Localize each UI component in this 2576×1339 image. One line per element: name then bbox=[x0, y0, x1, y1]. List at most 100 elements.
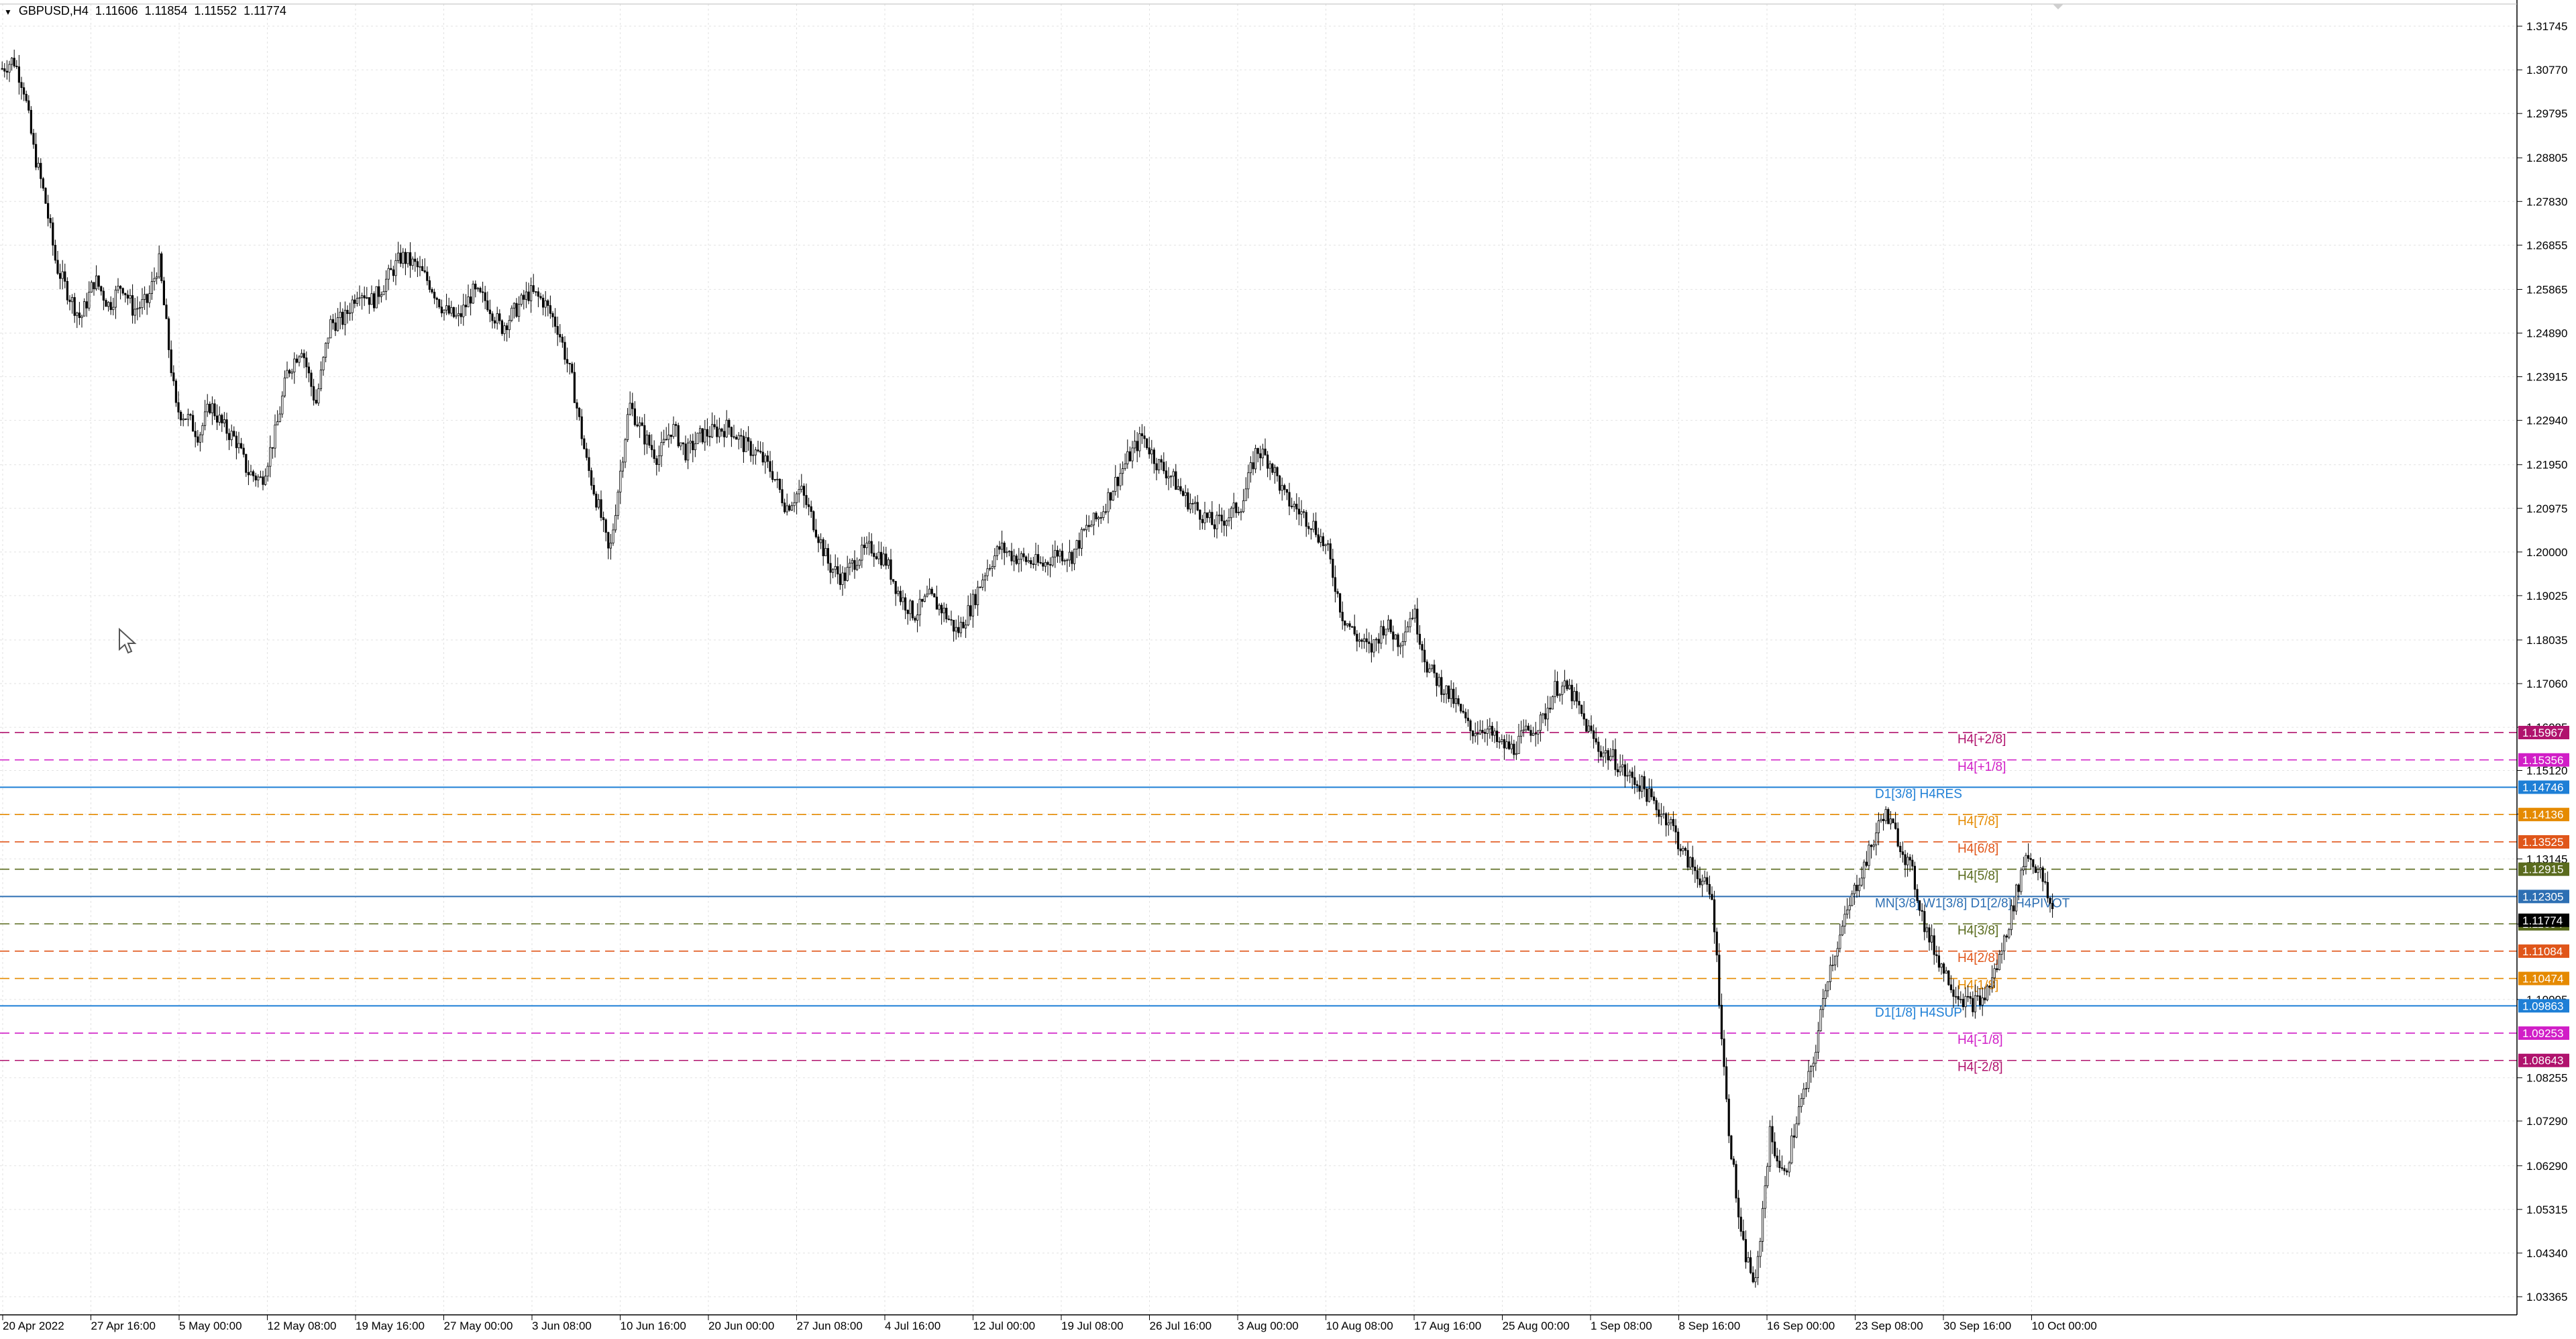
candle-body bbox=[416, 261, 419, 268]
candle-body bbox=[1464, 712, 1467, 718]
candle-body bbox=[162, 280, 165, 306]
candle-body bbox=[564, 341, 566, 360]
candle-body bbox=[923, 596, 926, 602]
candle-body bbox=[1795, 1123, 1798, 1138]
candle-body bbox=[657, 456, 661, 465]
candle-body bbox=[1059, 551, 1061, 557]
candle-body bbox=[494, 320, 496, 324]
candle-body bbox=[1218, 515, 1221, 517]
candle-body bbox=[1831, 965, 1834, 967]
candle-body bbox=[1599, 751, 1602, 757]
candle-body bbox=[2017, 884, 2020, 892]
candle-body bbox=[209, 403, 211, 413]
candle-body bbox=[450, 307, 453, 314]
candle-body bbox=[1856, 884, 1858, 892]
candle-body bbox=[283, 377, 286, 396]
candle-body bbox=[230, 431, 233, 440]
candle-body bbox=[1940, 963, 1943, 968]
candle-body bbox=[1918, 900, 1921, 911]
candle-body bbox=[233, 431, 235, 437]
candle-body bbox=[1670, 819, 1672, 824]
time-tick-label: 26 Jul 16:00 bbox=[1150, 1320, 1212, 1332]
candle-body bbox=[153, 278, 156, 282]
candle-body bbox=[121, 288, 124, 294]
candle-body bbox=[1544, 713, 1547, 720]
candle-body bbox=[1747, 1257, 1750, 1263]
candle-body bbox=[1320, 536, 1322, 543]
candle-body bbox=[1827, 981, 1829, 992]
candle-body bbox=[977, 586, 979, 606]
candle-body bbox=[899, 590, 902, 602]
candle-body bbox=[1353, 626, 1356, 635]
candle-body bbox=[1404, 631, 1407, 642]
candle-body bbox=[518, 304, 521, 317]
candle-body bbox=[953, 620, 955, 632]
candle-body bbox=[1928, 927, 1931, 943]
candle-body bbox=[933, 593, 936, 598]
candle-body bbox=[1194, 502, 1197, 504]
candle-body bbox=[1486, 729, 1489, 734]
candle-body bbox=[438, 299, 441, 308]
candle-body bbox=[769, 461, 771, 472]
candle-body bbox=[1099, 517, 1102, 519]
ohlc-open: 1.11606 bbox=[95, 4, 138, 17]
candle-body bbox=[1322, 536, 1324, 546]
candle-body bbox=[3, 68, 6, 72]
chevron-down-icon[interactable]: ▼ bbox=[4, 7, 12, 17]
candle-body bbox=[440, 307, 443, 313]
candle-body bbox=[264, 476, 267, 485]
candle-body bbox=[1411, 617, 1414, 619]
price-tick-label: 1.06290 bbox=[2526, 1160, 2567, 1173]
candle-body bbox=[1701, 881, 1704, 886]
candle-body bbox=[692, 441, 694, 450]
candle-body bbox=[160, 253, 163, 281]
candle-body bbox=[1039, 561, 1042, 564]
candle-body bbox=[1279, 475, 1281, 491]
level-label: D1[3/8] H4RES bbox=[1875, 787, 1962, 801]
price-tick-label: 1.03365 bbox=[2526, 1291, 2567, 1303]
candle-body bbox=[701, 428, 704, 443]
candle-body bbox=[2010, 905, 2012, 930]
candle-body bbox=[1725, 1066, 1728, 1100]
candle-body bbox=[1909, 857, 1911, 861]
time-tick-label: 10 Aug 08:00 bbox=[1326, 1320, 1393, 1332]
candle-body bbox=[390, 268, 392, 270]
candle-body bbox=[1030, 560, 1032, 565]
candle-body bbox=[1332, 559, 1334, 578]
candle-body bbox=[802, 486, 805, 496]
price-chart[interactable]: H4[+2/8] H4[+1/8] D1[3/8] H4RES H4[7/8] H4[6… bbox=[0, 0, 2576, 1339]
candle-body bbox=[281, 395, 284, 415]
chart-canvas[interactable]: H4[+2/8] H4[+1/8] D1[3/8] H4RES H4[7/8] H4[6… bbox=[0, 0, 2576, 1339]
candle-body bbox=[1990, 977, 1994, 987]
candle-body bbox=[1554, 681, 1556, 697]
candle-body bbox=[1616, 769, 1619, 773]
candle-body bbox=[1537, 730, 1540, 735]
candle-body bbox=[904, 597, 907, 610]
candle-body bbox=[1843, 914, 1846, 926]
candle-body bbox=[1471, 731, 1474, 737]
candle-body bbox=[1996, 968, 1998, 971]
candle-body bbox=[1447, 685, 1450, 699]
candle-body bbox=[1587, 725, 1590, 732]
candle-body bbox=[1749, 1257, 1752, 1273]
candle-body bbox=[225, 419, 228, 434]
candle-body bbox=[926, 594, 928, 597]
candle-body bbox=[1457, 698, 1460, 704]
candle-body bbox=[1267, 454, 1269, 469]
candle-body bbox=[882, 553, 885, 566]
candle-body bbox=[1001, 543, 1004, 550]
candle-body bbox=[1146, 438, 1148, 448]
candle-body bbox=[90, 282, 93, 292]
candle-body bbox=[1611, 749, 1614, 757]
candle-body bbox=[1160, 459, 1163, 463]
candle-body bbox=[1532, 733, 1535, 736]
candle-body bbox=[1942, 963, 1945, 974]
candle-body bbox=[1080, 529, 1083, 549]
ohlc-close: 1.11774 bbox=[244, 4, 286, 17]
candle-body bbox=[1899, 845, 1902, 853]
candle-body bbox=[1370, 643, 1373, 653]
candle-body bbox=[1003, 543, 1006, 553]
candle-body bbox=[983, 575, 986, 580]
candle-body bbox=[1640, 776, 1644, 792]
candle-body bbox=[906, 610, 909, 614]
